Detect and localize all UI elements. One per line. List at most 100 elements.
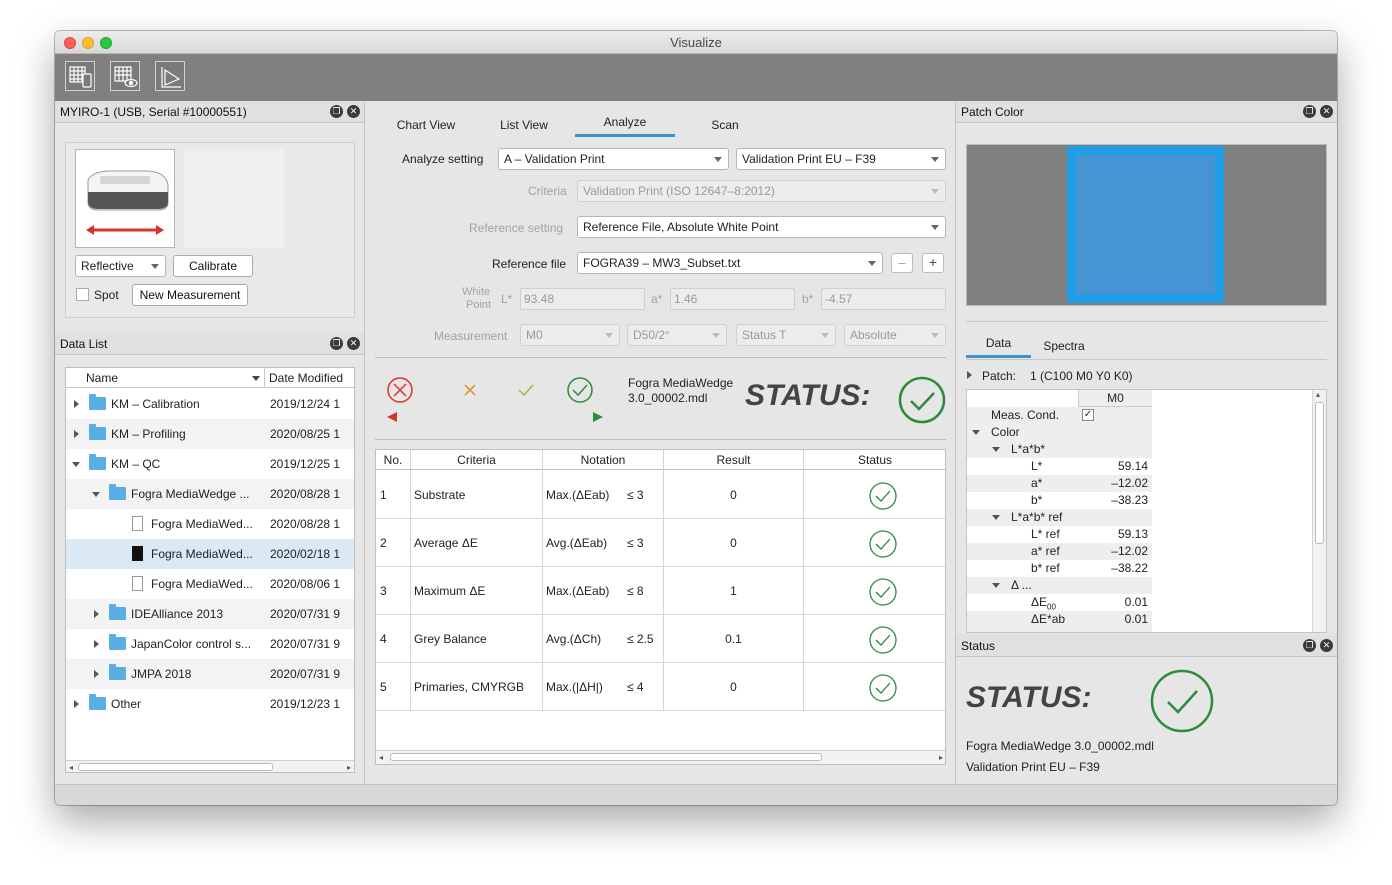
data-row[interactable]: L*a*b* ref [967, 509, 1152, 526]
tree-row[interactable]: KM – Profiling 2020/08/25 1 [66, 419, 354, 449]
tree-row[interactable]: JapanColor control s... 2020/07/31 9 [66, 629, 354, 659]
close-window-button[interactable] [64, 37, 76, 49]
scrollbar-thumb[interactable] [390, 753, 822, 761]
device-image [75, 149, 175, 248]
white-point-l-field: 93.48 [520, 288, 645, 310]
collapse-arrow-icon[interactable] [972, 430, 980, 435]
collapse-arrow-icon[interactable] [992, 447, 1000, 452]
criteria-row[interactable]: 4 Grey Balance Avg.(ΔCh) ≤ 2.5 0.1 [376, 615, 945, 663]
view-chart-tool-button[interactable] [110, 61, 140, 91]
meas-cond-checkbox[interactable]: ✓ [1082, 409, 1094, 421]
collapse-arrow-icon[interactable] [992, 515, 1000, 520]
tree-row[interactable]: Fogra MediaWed... 2020/08/28 1 [66, 509, 354, 539]
analyze-setting-select[interactable]: A – Validation Print [498, 148, 729, 170]
restore-panel-icon[interactable]: ❐ [330, 105, 343, 118]
close-panel-icon[interactable]: ✕ [347, 105, 360, 118]
absolute-relative-select: Absolute [844, 324, 946, 346]
tab-chart-view[interactable]: Chart View [385, 118, 467, 132]
restore-panel-icon[interactable]: ❐ [1303, 639, 1316, 652]
measure-chart-tool-button[interactable] [65, 61, 95, 91]
patch-value: 1 (C100 M0 Y0 K0) [1030, 369, 1133, 383]
data-row: a* ref –12.02 [1031, 544, 1148, 558]
criteria-row[interactable]: 1 Substrate Max.(ΔEab) ≤ 30 [376, 471, 945, 519]
minimize-window-button[interactable] [82, 37, 94, 49]
criteria-row[interactable]: 3 Maximum ΔE Max.(ΔEab) ≤ 81 [376, 567, 945, 615]
expand-arrow-icon[interactable] [94, 610, 99, 618]
analyze-preset-select[interactable]: Validation Print EU – F39 [736, 148, 946, 170]
title-bar: Visualize [55, 31, 1337, 54]
folder-icon [109, 484, 126, 500]
close-panel-icon[interactable]: ✕ [1320, 639, 1333, 652]
criteria-row[interactable]: 5 Primaries, CMYRGB Max.(|ΔH|) ≤ 40 [376, 663, 945, 711]
expand-arrow-icon[interactable] [74, 430, 79, 438]
patch-color-header: Patch Color ❐ ✕ [956, 101, 1337, 123]
collapse-arrow-icon[interactable] [92, 492, 100, 497]
expand-arrow-icon[interactable] [967, 371, 972, 379]
close-panel-icon[interactable]: ✕ [347, 337, 360, 350]
table-horizontal-scrollbar[interactable]: ◂ ▸ [376, 750, 945, 764]
restore-panel-icon[interactable]: ❐ [330, 337, 343, 350]
measurement-mode-select[interactable]: Reflective [75, 255, 166, 277]
criteria-row[interactable]: 2 Average ΔE Avg.(ΔEab) ≤ 30 [376, 519, 945, 567]
white-point-a-field: 1.46 [670, 288, 795, 310]
data-row: ΔE*ab 0.01 [1031, 612, 1148, 626]
tree-row[interactable]: Other 2019/12/23 1 [66, 689, 354, 719]
tree-row[interactable]: KM – QC 2019/12/25 1 [66, 449, 354, 479]
folder-icon [89, 394, 106, 410]
pass-check-icon [869, 482, 897, 510]
column-name-header[interactable]: Name [86, 368, 118, 388]
tree-row[interactable]: JMPA 2018 2020/07/31 9 [66, 659, 354, 689]
tree-row-selected[interactable]: Fogra MediaWed... 2020/02/18 1 [66, 539, 354, 569]
horizontal-scrollbar[interactable]: ◂ ▸ [66, 760, 354, 772]
close-panel-icon[interactable]: ✕ [1320, 105, 1333, 118]
tree-row[interactable]: KM – Calibration 2019/12/24 1 [66, 389, 354, 419]
tab-spectra[interactable]: Spectra [1032, 339, 1096, 353]
col-criteria-header[interactable]: Criteria [411, 450, 542, 470]
col-status-header[interactable]: Status [804, 450, 945, 470]
data-row: b* –38.23 [967, 492, 1152, 509]
analyze-tool-button[interactable] [155, 61, 185, 91]
data-row[interactable]: Color [967, 424, 1152, 441]
col-result-header[interactable]: Result [664, 450, 803, 470]
calibrate-button[interactable]: Calibrate [173, 255, 253, 277]
expand-arrow-icon[interactable] [94, 640, 99, 648]
expand-arrow-icon[interactable] [74, 400, 79, 408]
collapse-arrow-icon[interactable] [992, 583, 1000, 588]
col-notation-header[interactable]: Notation [543, 450, 663, 470]
spot-checkbox[interactable] [76, 288, 89, 301]
data-row[interactable]: L*a*b* [967, 441, 1152, 458]
tree-row[interactable]: IDEAlliance 2013 2020/07/31 9 [66, 599, 354, 629]
white-point-b-field: -4.57 [821, 288, 946, 310]
add-reference-button[interactable]: + [922, 253, 944, 273]
tree-row[interactable]: Fogra MediaWed... 2020/08/06 1 [66, 569, 354, 599]
reference-file-select[interactable]: FOGRA39 – MW3_Subset.txt [577, 252, 883, 274]
pass-check-icon [869, 578, 897, 606]
expand-arrow-icon[interactable] [74, 700, 79, 708]
collapse-arrow-icon[interactable] [72, 462, 80, 467]
tree-row[interactable]: Fogra MediaWedge ... 2020/08/28 1 [66, 479, 354, 509]
scrollbar-thumb[interactable] [78, 763, 273, 771]
vertical-scrollbar[interactable]: ▴ [1312, 390, 1326, 632]
col-no-header[interactable]: No. [376, 450, 410, 470]
column-date-header[interactable]: Date Modified [269, 368, 343, 388]
new-measurement-button[interactable]: New Measurement [132, 284, 248, 306]
data-row[interactable]: Δ ... [967, 577, 1152, 594]
file-icon [132, 546, 143, 561]
reference-file-label: Reference file [492, 257, 567, 271]
status-legend-icon [387, 377, 603, 422]
zoom-window-button[interactable] [100, 37, 112, 49]
restore-panel-icon[interactable]: ❐ [1303, 105, 1316, 118]
tab-analyze[interactable]: Analyze [575, 115, 675, 137]
tab-scan[interactable]: Scan [685, 118, 765, 132]
reference-setting-select[interactable]: Reference File, Absolute White Point [577, 216, 946, 238]
app-window: Visualize MYIRO-1 (USB, Serial #10000551… [55, 31, 1337, 805]
tab-data[interactable]: Data [966, 336, 1031, 358]
data-row: b* ref –38.22 [967, 560, 1152, 577]
tab-list-view[interactable]: List View [483, 118, 565, 132]
sort-arrow-icon[interactable] [252, 376, 260, 381]
scrollbar-thumb[interactable] [1315, 402, 1324, 544]
chart-device-icon [69, 66, 92, 88]
remove-reference-button[interactable]: – [891, 253, 913, 273]
device-panel-title: MYIRO-1 (USB, Serial #10000551) [60, 105, 247, 119]
expand-arrow-icon[interactable] [94, 670, 99, 678]
